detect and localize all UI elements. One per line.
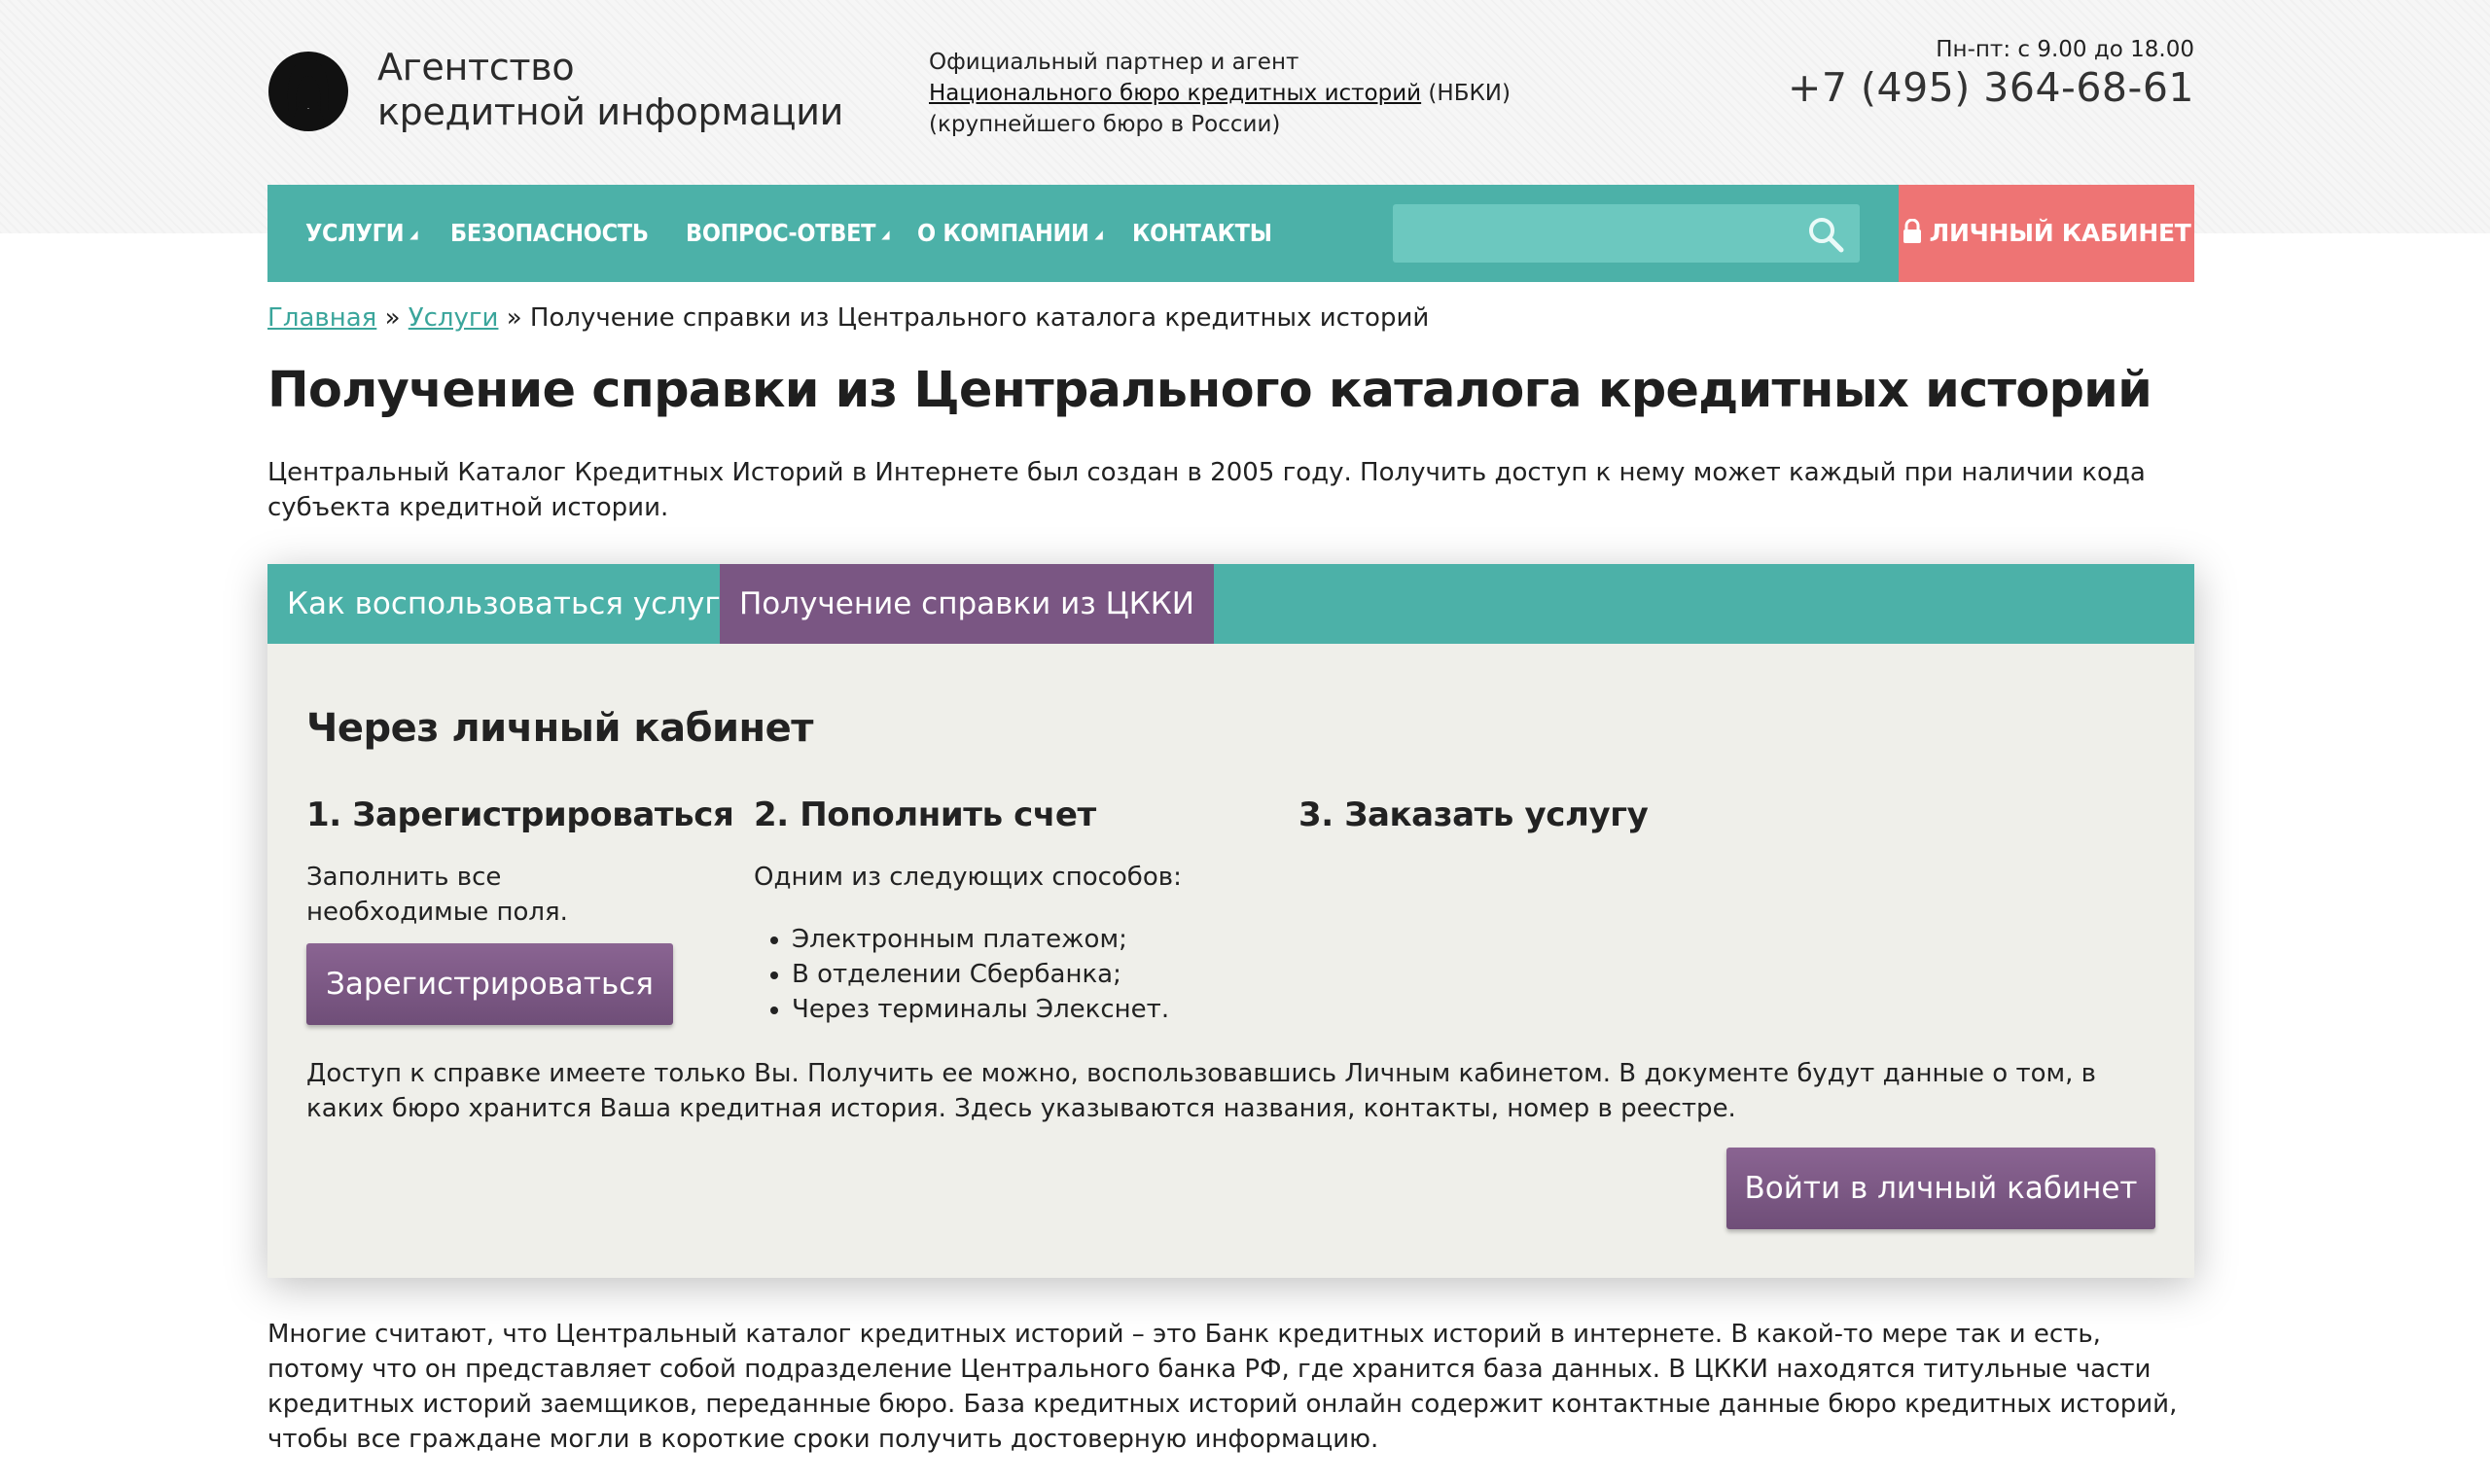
breadcrumb-current: Получение справки из Центрального катало…: [529, 303, 1430, 333]
nav-item-faq[interactable]: Вопрос-ответ ◢: [686, 185, 890, 282]
logo-line-2: кредитной информации: [377, 90, 844, 133]
payment-methods-list: Электронным платежом; В отделении Сберба…: [772, 922, 1169, 1027]
nbki-link[interactable]: Национального бюро кредитных историй: [929, 81, 1421, 106]
section-title: Через личный кабинет: [306, 706, 813, 751]
page-title: Получение справки из Центрального катало…: [267, 362, 2152, 419]
tab-get-certificate[interactable]: Получение справки из ЦККИ: [720, 564, 1214, 644]
nav-label: Услуги: [305, 219, 405, 247]
nav-item-security[interactable]: Безопасность: [450, 185, 649, 282]
tab-how-to-use[interactable]: Как воспользоваться услугой: [267, 564, 778, 644]
personal-cabinet-label: Личный кабинет: [1929, 219, 2191, 247]
breadcrumb-services-link[interactable]: Услуги: [409, 303, 499, 333]
logo-line-1: Агентство: [377, 46, 575, 88]
partner-line-3: (крупнейшего бюро в России): [929, 112, 1281, 137]
nav-item-about[interactable]: О компании ◢: [917, 185, 1103, 282]
step-1-heading: 1. Зарегистрироваться: [306, 795, 734, 834]
register-button[interactable]: Зарегистрироваться: [306, 943, 673, 1025]
bottom-text: Многие считают, что Центральный каталог …: [267, 1320, 2178, 1454]
partner-abbr: (НБКИ): [1421, 81, 1511, 106]
partner-line-1: Официальный партнер и агент: [929, 50, 1299, 75]
search-input[interactable]: [1393, 204, 1860, 263]
search-icon[interactable]: [1807, 216, 1844, 253]
list-item: Электронным платежом;: [792, 922, 1169, 957]
dropdown-caret-icon: ◢: [1094, 228, 1103, 241]
breadcrumb-separator: »: [376, 303, 409, 333]
step-2-text: Одним из следующих способов:: [754, 863, 1182, 892]
breadcrumb: Главная » Услуги » Получение справки из …: [267, 303, 1429, 333]
step-1-text: Заполнить все необходимые поля.: [306, 863, 568, 927]
breadcrumb-separator: »: [498, 303, 530, 333]
nav-label: О компании: [917, 219, 1089, 247]
working-hours: Пн-пт: с 9.00 до 18.00: [1936, 37, 2194, 62]
step-3-heading: 3. Заказать услугу: [1298, 795, 1649, 834]
nav-label: Контакты: [1132, 219, 1272, 247]
breadcrumb-home-link[interactable]: Главная: [267, 303, 376, 333]
logo-mark-icon[interactable]: [267, 51, 349, 132]
personal-cabinet-button[interactable]: Личный кабинет: [1899, 185, 2194, 282]
phone-number[interactable]: +7 (495) 364-68-61: [1788, 64, 2194, 111]
tab-bar: Как воспользоваться услугой Получение сп…: [267, 564, 2194, 644]
nav-item-contacts[interactable]: Контакты: [1132, 185, 1272, 282]
partner-info: Официальный партнер и агент Национальног…: [929, 47, 1511, 140]
access-text: Доступ к справке имеете только Вы. Получ…: [306, 1059, 2096, 1123]
intro-text: Центральный Каталог Кредитных Историй в …: [267, 458, 2146, 522]
nav-label: Вопрос-ответ: [686, 219, 876, 247]
dropdown-caret-icon: ◢: [881, 228, 890, 241]
tab-panel: Как воспользоваться услугой Получение сп…: [267, 564, 2194, 1278]
nav-item-services[interactable]: Услуги ◢: [305, 185, 418, 282]
tab-content: Через личный кабинет 1. Зарегистрировать…: [267, 644, 2194, 1278]
login-cabinet-button[interactable]: Войти в личный кабинет: [1726, 1148, 2155, 1229]
step-2-heading: 2. Пополнить счет: [754, 795, 1096, 834]
nav-label: Безопасность: [450, 219, 649, 247]
list-item: Через терминалы Элекснет.: [792, 992, 1169, 1027]
list-item: В отделении Сбербанка;: [792, 957, 1169, 992]
dropdown-caret-icon: ◢: [409, 228, 418, 241]
lock-icon: [1903, 218, 1921, 243]
logo-text[interactable]: Агентство кредитной информации: [377, 45, 843, 134]
